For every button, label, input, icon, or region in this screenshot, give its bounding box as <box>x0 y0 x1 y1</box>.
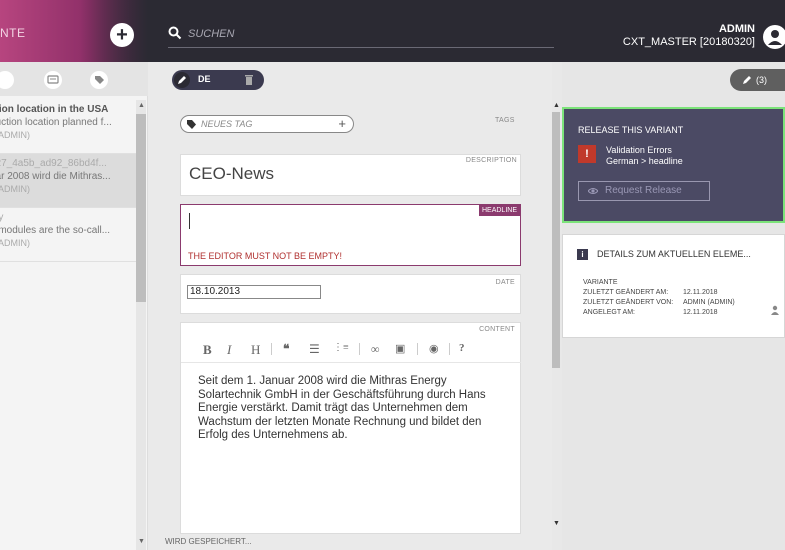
quote-button[interactable]: ❝ <box>283 342 289 357</box>
scroll-up-icon[interactable]: ▲ <box>553 102 560 109</box>
request-release-button[interactable]: Request Release <box>578 181 710 201</box>
search-icon[interactable] <box>168 26 182 40</box>
italic-button[interactable]: I <box>227 342 231 358</box>
editor-scrollbar[interactable]: ▲ ▼ <box>552 102 562 550</box>
validation-error-detail[interactable]: German > headline <box>606 156 683 166</box>
error-icon: ! <box>578 145 596 163</box>
scroll-down-icon[interactable]: ▼ <box>138 538 145 545</box>
language-bar[interactable]: DE <box>172 70 264 90</box>
content-list: ction location in the USA duction locati… <box>0 100 136 262</box>
details-panel: i DETAILS ZUM AKTUELLEN ELEME... VARIANT… <box>562 234 785 338</box>
list-item[interactable]: rity e modules are the so-call... I (ADM… <box>0 208 136 262</box>
info-icon: i <box>577 249 588 260</box>
user-system: CXT_MASTER [20180320] <box>622 36 755 48</box>
image-button[interactable]: ▣ <box>395 342 405 355</box>
tag-icon <box>187 120 196 129</box>
content-field: CONTENT B I H ❝ ☰ ⋮≡ ∞ ▣ ◉ ? Seit dem 1.… <box>180 322 521 534</box>
scroll-up-icon[interactable]: ▲ <box>138 102 145 109</box>
description-value: CEO-News <box>189 164 275 183</box>
date-label: DATE <box>495 279 515 286</box>
user-icon <box>768 30 782 45</box>
tags-label: TAGS <box>495 117 515 124</box>
numbered-list-button[interactable]: ⋮≡ <box>333 342 349 353</box>
scrollbar-thumb[interactable] <box>136 114 146 302</box>
headline-error: THE EDITOR MUST NOT BE EMPTY! <box>188 251 343 261</box>
left-sidebar: ction location in the USA duction locati… <box>0 62 148 550</box>
tag-icon[interactable] <box>90 71 108 89</box>
text-caret <box>189 213 190 229</box>
bold-button[interactable]: B <box>203 342 212 358</box>
sidebar-scrollbar[interactable]: ▲ ▼ <box>136 100 146 550</box>
top-bar: NTE + ADMIN CXT_MASTER [20180320] <box>0 0 785 62</box>
help-button[interactable]: ? <box>459 342 465 354</box>
user-icon[interactable] <box>771 305 779 315</box>
brand-label: NTE <box>0 26 26 40</box>
eye-icon <box>588 188 598 194</box>
content-label: CONTENT <box>479 326 515 333</box>
editor-panel: DE NEUES TAG + TAGS DESCRIPTION CEO-News… <box>148 62 560 550</box>
pencil-icon <box>743 76 751 84</box>
add-tag-button[interactable]: + <box>338 116 346 131</box>
headline-label: HEADLINE <box>478 205 520 216</box>
release-title: RELEASE THIS VARIANT <box>578 125 684 135</box>
comment-icon[interactable] <box>44 71 62 89</box>
new-tag-input[interactable]: NEUES TAG + <box>180 115 354 133</box>
pencil-icon[interactable] <box>174 72 190 88</box>
trash-icon[interactable] <box>244 74 254 86</box>
user-avatar[interactable] <box>763 25 785 49</box>
bulleted-list-button[interactable]: ☰ <box>309 342 320 357</box>
language-label: DE <box>198 74 211 84</box>
scrollbar-thumb[interactable] <box>552 112 560 368</box>
search-input[interactable] <box>188 24 548 44</box>
preview-button[interactable]: ◉ <box>429 342 439 355</box>
content-text[interactable]: Seit dem 1. Januar 2008 wird die Mithras… <box>198 375 498 443</box>
tags-field: NEUES TAG + <box>180 113 520 145</box>
date-field: DATE 18.10.2013 <box>180 274 521 314</box>
description-label: DESCRIPTION <box>465 157 517 164</box>
link-button[interactable]: ∞ <box>371 342 380 357</box>
heading-button[interactable]: H <box>251 342 260 358</box>
search-bar <box>168 24 554 48</box>
list-item-selected[interactable]: b27_4a5b_ad92_86bd4f... uar 2008 wird di… <box>0 154 136 208</box>
edit-count: (3) <box>756 75 767 85</box>
sidebar-toolbar <box>0 62 148 96</box>
scroll-down-icon[interactable]: ▼ <box>553 520 560 527</box>
list-item[interactable]: ction location in the USA duction locati… <box>0 100 136 154</box>
sidebar-tool-icon[interactable] <box>0 71 14 89</box>
add-button[interactable]: + <box>110 23 134 47</box>
date-input[interactable]: 18.10.2013 <box>187 285 321 299</box>
edit-variants-button[interactable]: (3) <box>730 69 785 91</box>
release-panel: RELEASE THIS VARIANT ! Validation Errors… <box>562 107 785 223</box>
rich-text-toolbar: B I H ❝ ☰ ⋮≡ ∞ ▣ ◉ ? <box>181 335 521 363</box>
headline-field[interactable]: HEADLINE THE EDITOR MUST NOT BE EMPTY! <box>180 204 521 266</box>
details-title: DETAILS ZUM AKTUELLEN ELEME... <box>597 249 751 259</box>
description-field[interactable]: DESCRIPTION CEO-News <box>180 154 521 196</box>
save-status: WIRD GESPEICHERT... <box>165 537 252 546</box>
user-name: ADMIN <box>718 23 755 35</box>
validation-error-title: Validation Errors <box>606 145 672 155</box>
right-panel: (3) RELEASE THIS VARIANT ! Validation Er… <box>562 62 785 550</box>
